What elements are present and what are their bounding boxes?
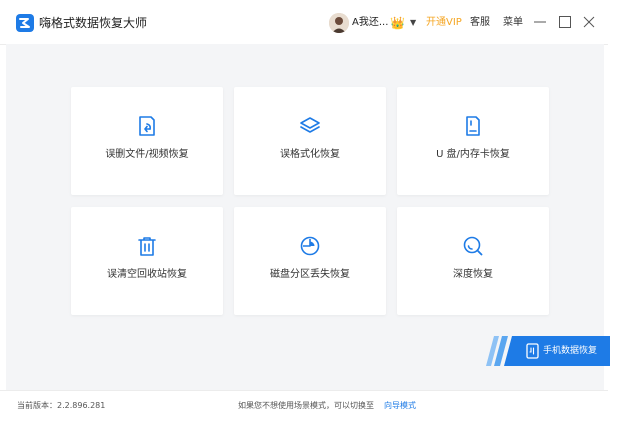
- card-partition-recovery[interactable]: 磁盘分区丢失恢复: [234, 207, 386, 315]
- trash-icon: [136, 235, 158, 257]
- open-vip-link[interactable]: 开通VIP: [426, 15, 462, 31]
- title-bar: 嗨格式数据恢复大师 A我还... 👑 ▼ 开通VIP 客服 菜单: [0, 0, 608, 45]
- mode-switch-hint: 如果您不想使用场景模式，可以切换至: [238, 401, 374, 410]
- card-label: 磁盘分区丢失恢复: [270, 269, 350, 280]
- user-avatar[interactable]: [329, 13, 349, 33]
- phone-recovery-label: 手机数据恢复: [543, 346, 598, 356]
- minimize-icon[interactable]: [533, 14, 547, 30]
- sd-card-icon: [462, 115, 484, 137]
- app-title: 嗨格式数据恢复大师: [39, 16, 148, 30]
- card-label: 误格式化恢复: [280, 149, 340, 160]
- card-label: U 盘/内存卡恢复: [436, 149, 510, 160]
- card-deleted-file-recovery[interactable]: 误删文件/视频恢复: [71, 87, 223, 195]
- pie-chart-icon: [299, 235, 321, 257]
- phone-recovery-button[interactable]: 手机数据恢复: [486, 336, 610, 366]
- card-deep-recovery[interactable]: 深度恢复: [397, 207, 549, 315]
- phone-icon: [526, 343, 539, 359]
- username[interactable]: A我还...: [352, 14, 388, 32]
- user-dropdown-chevron-icon[interactable]: ▼: [410, 15, 416, 31]
- file-restore-icon: [136, 115, 158, 137]
- vip-crown-icon: 👑: [390, 16, 405, 30]
- deep-search-icon: [462, 235, 484, 257]
- card-usb-sd-recovery[interactable]: U 盘/内存卡恢复: [397, 87, 549, 195]
- card-recycle-bin-recovery[interactable]: 误清空回收站恢复: [71, 207, 223, 315]
- close-icon[interactable]: [582, 14, 596, 30]
- card-label: 误删文件/视频恢复: [105, 149, 189, 160]
- layers-icon: [299, 115, 321, 137]
- menu-link[interactable]: 菜单: [503, 15, 523, 31]
- app-logo-icon: [16, 14, 34, 32]
- card-label: 误清空回收站恢复: [107, 269, 187, 280]
- scenario-panel: 误删文件/视频恢复 误格式化恢复 U 盘/内存卡恢复 误清空回收站恢复 磁盘分区…: [6, 44, 610, 390]
- app-window: 嗨格式数据恢复大师 A我还... 👑 ▼ 开通VIP 客服 菜单 误删文件/视频…: [0, 0, 610, 421]
- wizard-mode-link[interactable]: 向导模式: [384, 399, 416, 413]
- card-label: 深度恢复: [453, 269, 493, 280]
- card-format-recovery[interactable]: 误格式化恢复: [234, 87, 386, 195]
- version-text: 当前版本：2.2.896.281: [17, 401, 106, 410]
- customer-service-link[interactable]: 客服: [470, 15, 490, 31]
- status-bar: 当前版本：2.2.896.281 如果您不想使用场景模式，可以切换至 向导模式: [0, 390, 608, 421]
- maximize-icon[interactable]: [558, 14, 572, 30]
